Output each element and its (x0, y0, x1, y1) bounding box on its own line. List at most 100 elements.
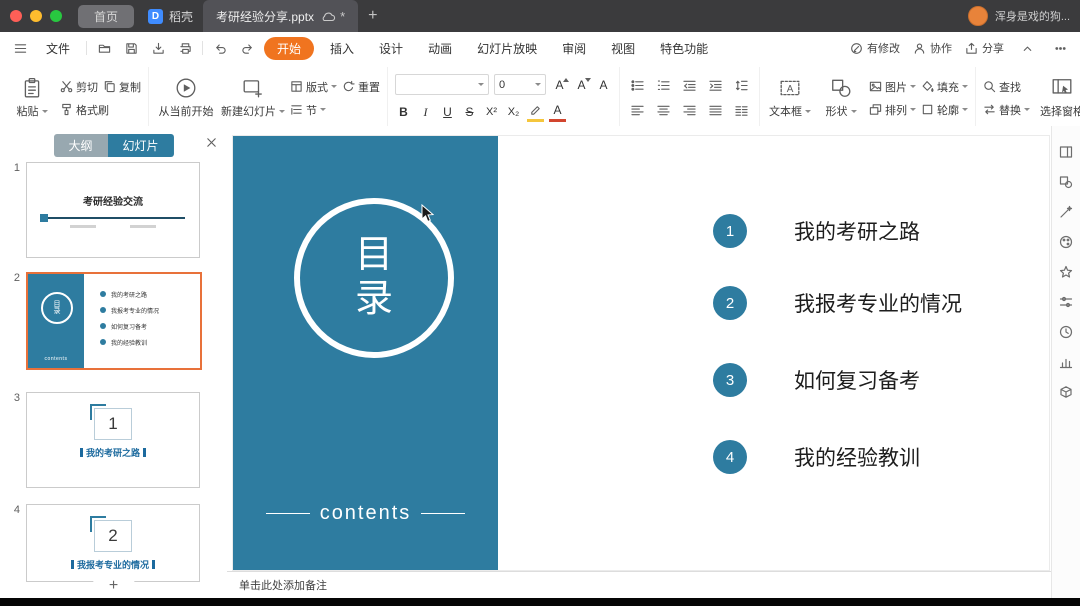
indent-decrease-button[interactable] (679, 77, 700, 95)
shapes-button[interactable]: 形状 (818, 77, 864, 119)
bullet-list-button[interactable] (627, 77, 648, 95)
highlight-color-button[interactable] (527, 102, 544, 122)
font-name-combobox[interactable] (395, 74, 489, 95)
thumb2-toc-circle: 目录 (41, 292, 73, 324)
slide-thumbnail-3[interactable]: 1 我的考研之路 (26, 392, 200, 488)
slide-thumbnail-2-selected[interactable]: 目录 contents 我的考研之路 我报考专业的情况 如何复习备考 我的经验教… (26, 272, 202, 370)
print-icon[interactable] (175, 38, 195, 58)
italic-button[interactable]: I (417, 104, 434, 121)
slide-thumbnail-4[interactable]: 2 我报考专业的情况 (26, 504, 200, 582)
find-button[interactable]: 查找 (983, 79, 1021, 95)
wand-icon[interactable] (1059, 204, 1074, 219)
menu-file[interactable]: 文件 (37, 37, 79, 60)
replace-label: 替换 (999, 102, 1021, 118)
increase-font-button[interactable]: A (551, 76, 568, 93)
new-slide-button[interactable]: 新建幻灯片 (221, 77, 285, 119)
open-folder-icon[interactable] (94, 38, 114, 58)
save-icon[interactable] (121, 38, 141, 58)
cut-button[interactable]: 剪切 (60, 79, 98, 95)
layout-button[interactable]: 版式 (290, 79, 337, 95)
shapes-tool-icon[interactable] (1059, 174, 1074, 189)
palette-icon[interactable] (1059, 234, 1074, 249)
undo-icon[interactable] (210, 38, 230, 58)
global-menu-icon[interactable] (10, 38, 30, 58)
minimize-window-button[interactable] (30, 10, 42, 22)
arrange-button[interactable]: 排列 (869, 102, 916, 118)
strikethrough-button[interactable]: S (461, 104, 478, 121)
paste-button[interactable]: 粘贴 (9, 77, 55, 119)
toc-item-1[interactable]: 1 我的考研之路 (713, 214, 920, 248)
chart-icon[interactable] (1059, 354, 1074, 369)
notes-input[interactable]: 单击此处添加备注 (227, 571, 1052, 598)
slide-thumbnail-1[interactable]: 考研经验交流 (26, 162, 200, 258)
clear-format-button[interactable]: A (595, 76, 612, 93)
share-button[interactable]: 分享 (965, 40, 1004, 56)
textbox-button[interactable]: A 文本框 (767, 77, 813, 119)
new-tab-button[interactable]: + (368, 7, 377, 25)
close-panel-button[interactable] (204, 135, 218, 149)
copy-button[interactable]: 复制 (103, 79, 141, 95)
tab-slides[interactable]: 幻灯片 (108, 134, 174, 157)
add-slide-button[interactable]: + (93, 577, 134, 595)
toc-item-4[interactable]: 4 我的经验教训 (713, 440, 920, 474)
play-from-current-button[interactable]: 从当前开始 (156, 77, 216, 119)
subscript-button[interactable]: X₂ (505, 104, 522, 121)
indent-increase-button[interactable] (705, 77, 726, 95)
menu-special-features[interactable]: 特色功能 (651, 37, 717, 60)
section-button[interactable]: 节 (290, 102, 326, 118)
more-options-button[interactable] (1050, 38, 1070, 58)
contents-caption[interactable]: contents (233, 502, 498, 525)
current-slide[interactable]: 目 录 contents 1 我的考研之路 2 我报考专业的情况 3 如何复习备… (233, 136, 1049, 570)
close-window-button[interactable] (10, 10, 22, 22)
replace-button[interactable]: 替换 (983, 102, 1030, 118)
font-size-combobox[interactable]: 0 (494, 74, 546, 95)
redo-icon[interactable] (237, 38, 257, 58)
collapse-ribbon-button[interactable] (1017, 38, 1037, 58)
justify-button[interactable] (705, 102, 726, 120)
tab-home[interactable]: 首页 (78, 5, 134, 28)
tab-docer[interactable]: D 稻壳 (138, 0, 203, 32)
properties-panel-icon[interactable] (1059, 144, 1074, 159)
changes-status[interactable]: 有修改 (850, 40, 900, 56)
menu-design[interactable]: 设计 (370, 37, 412, 60)
decrease-font-button[interactable]: A (573, 76, 590, 93)
align-center-button[interactable] (653, 102, 674, 120)
menu-animation[interactable]: 动画 (419, 37, 461, 60)
animation-star-icon[interactable] (1059, 264, 1074, 279)
menu-review[interactable]: 审阅 (553, 37, 595, 60)
toc-item-2[interactable]: 2 我报考专业的情况 (713, 286, 962, 320)
text-columns-button[interactable] (731, 102, 752, 120)
align-left-button[interactable] (627, 102, 648, 120)
menu-slideshow[interactable]: 幻灯片放映 (468, 37, 546, 60)
paragraph-group (620, 67, 760, 129)
toc-item-3[interactable]: 3 如何复习备考 (713, 363, 920, 397)
align-right-button[interactable] (679, 102, 700, 120)
underline-button[interactable]: U (439, 104, 456, 121)
user-avatar[interactable] (968, 6, 988, 26)
picture-button[interactable]: 图片 (869, 79, 916, 95)
settings-sliders-icon[interactable] (1059, 294, 1074, 309)
history-clock-icon[interactable] (1059, 324, 1074, 339)
cube-icon[interactable] (1059, 384, 1074, 399)
outline-button[interactable]: 轮廓 (921, 102, 968, 118)
menu-view[interactable]: 视图 (602, 37, 644, 60)
export-icon[interactable] (148, 38, 168, 58)
fill-button[interactable]: 填充 (921, 79, 968, 95)
zoom-window-button[interactable] (50, 10, 62, 22)
numbered-list-button[interactable] (653, 77, 674, 95)
superscript-button[interactable]: X² (483, 104, 500, 121)
bold-button[interactable]: B (395, 104, 412, 121)
menu-insert[interactable]: 插入 (321, 37, 363, 60)
collaborate-button[interactable]: 协作 (913, 40, 952, 56)
selection-pane-button[interactable]: 选择窗格 (1035, 77, 1080, 119)
tab-document[interactable]: 考研经验分享.pptx * (203, 0, 358, 32)
slide-side-panel-shape[interactable]: 目 录 contents (233, 136, 498, 570)
line-spacing-icon (735, 79, 748, 92)
font-color-button[interactable]: A (549, 102, 566, 122)
picture-icon (869, 80, 882, 93)
menu-start[interactable]: 开始 (264, 37, 314, 60)
format-painter-button[interactable]: 格式刷 (60, 102, 109, 118)
line-spacing-button[interactable] (731, 77, 752, 95)
tab-outline[interactable]: 大纲 (53, 134, 107, 157)
reset-button[interactable]: 重置 (342, 79, 380, 95)
